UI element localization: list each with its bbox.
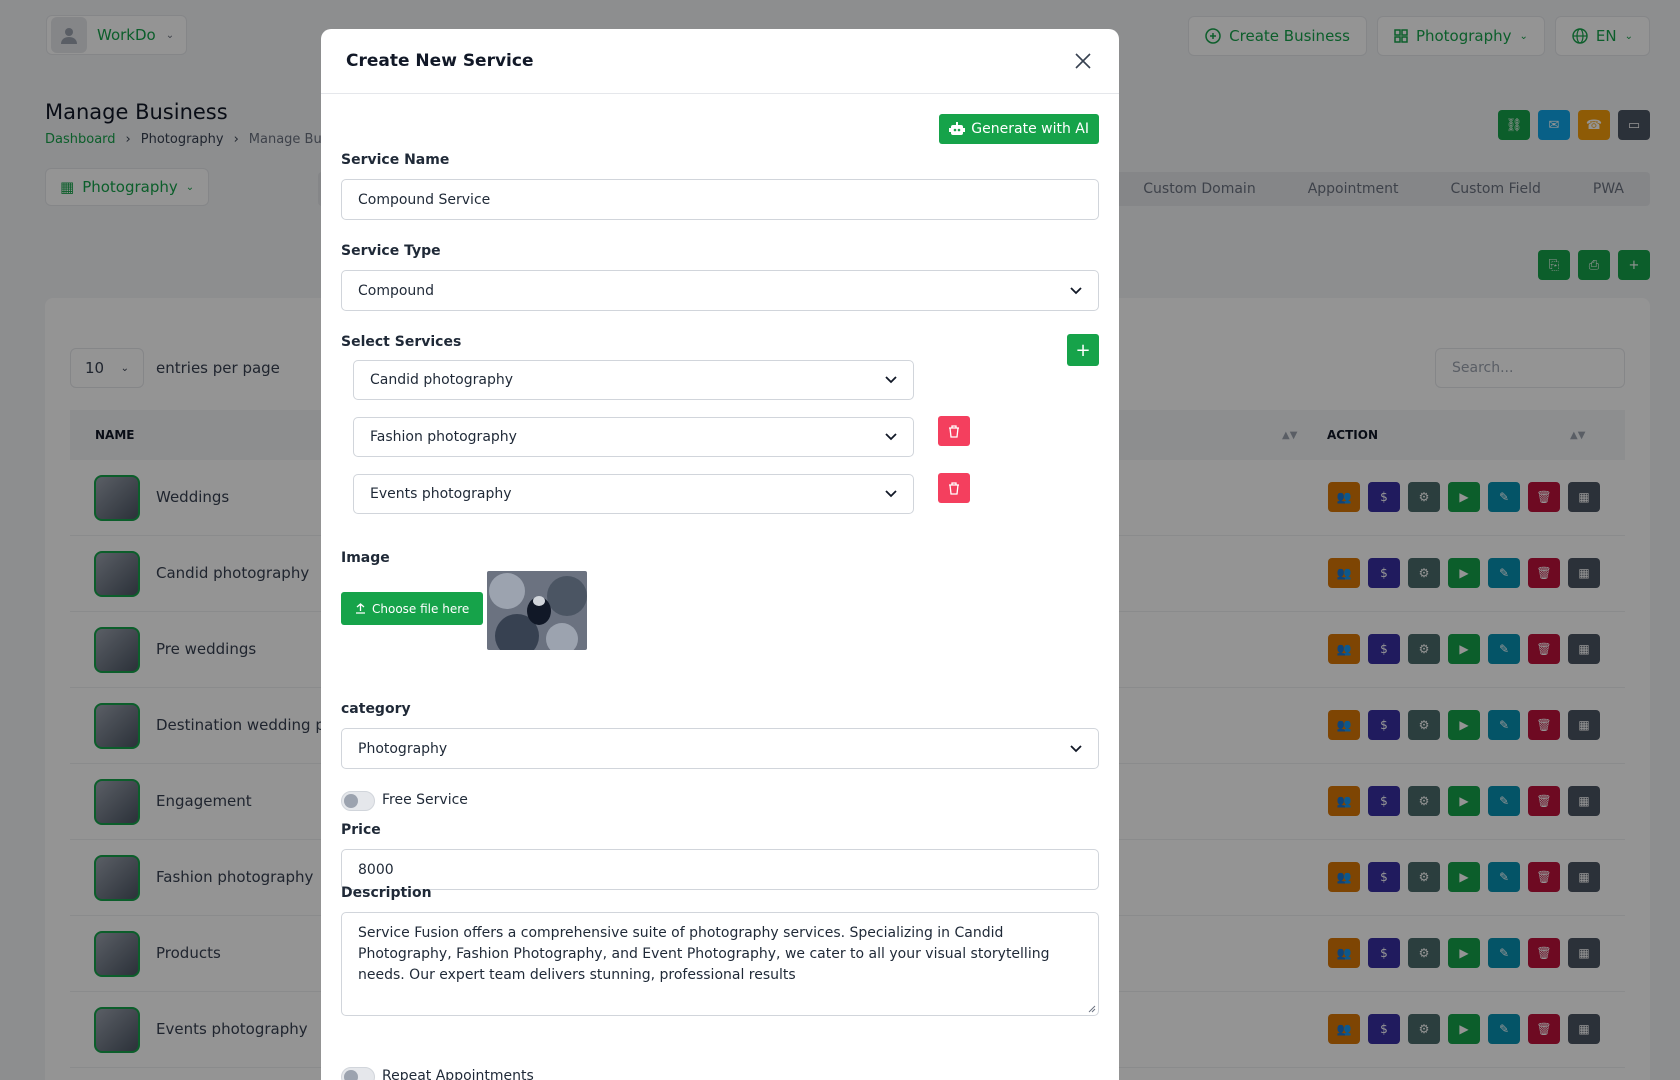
- add-service-row-button[interactable]: +: [1067, 334, 1099, 366]
- service-select-3[interactable]: Events photography: [353, 474, 914, 514]
- choose-file-button[interactable]: Choose file here: [341, 592, 484, 625]
- service-type-select[interactable]: Compound: [341, 270, 1099, 311]
- chevron-down-icon: [885, 376, 897, 384]
- description-textarea[interactable]: Service Fusion offers a comprehensive su…: [341, 912, 1099, 1016]
- chevron-down-icon: [1070, 286, 1082, 294]
- service-select-2[interactable]: Fashion photography: [353, 417, 914, 457]
- plus-icon: +: [1075, 339, 1091, 361]
- select-services-label: Select Services: [341, 334, 462, 350]
- description-label: Description: [341, 885, 432, 901]
- delete-service-row-button[interactable]: [938, 473, 970, 503]
- chevron-down-icon: [885, 490, 897, 498]
- category-label: category: [341, 701, 411, 717]
- price-input[interactable]: 8000: [341, 849, 1099, 890]
- image-preview: [487, 571, 587, 650]
- price-label: Price: [341, 822, 381, 838]
- service-name-input[interactable]: Compound Service: [341, 179, 1099, 220]
- close-icon: [1075, 53, 1091, 69]
- close-button[interactable]: [1071, 49, 1095, 73]
- trash-icon: [949, 424, 959, 438]
- service-name-label: Service Name: [341, 152, 450, 168]
- trash-icon: [949, 481, 959, 495]
- chevron-down-icon: [1070, 744, 1082, 752]
- service-select-1[interactable]: Candid photography: [353, 360, 914, 400]
- chevron-down-icon: [885, 433, 897, 441]
- free-service-label: Free Service: [382, 792, 468, 808]
- free-service-toggle[interactable]: [341, 791, 375, 811]
- resize-handle-icon[interactable]: [1088, 1005, 1096, 1013]
- modal-title: Create New Service: [346, 51, 534, 71]
- category-select[interactable]: Photography: [341, 728, 1099, 769]
- service-type-label: Service Type: [341, 243, 441, 259]
- image-label: Image: [341, 550, 390, 566]
- generate-ai-button[interactable]: Generate with AI: [939, 114, 1099, 144]
- repeat-appointments-label: Repeat Appointments: [382, 1068, 534, 1080]
- repeat-appointments-toggle[interactable]: [341, 1067, 375, 1080]
- create-service-modal: Create New Service Generate with AI Serv…: [321, 29, 1119, 1080]
- delete-service-row-button[interactable]: [938, 416, 970, 446]
- upload-icon: [356, 603, 365, 614]
- robot-icon: [949, 122, 966, 135]
